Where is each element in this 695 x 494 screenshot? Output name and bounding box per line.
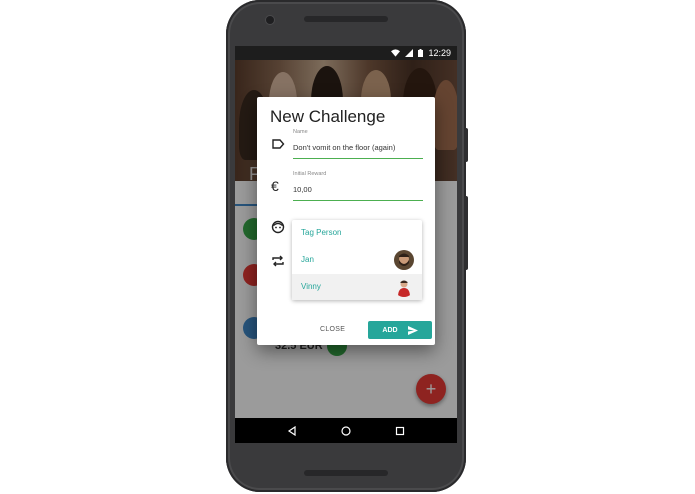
- tag-person-option-vinny[interactable]: Vinny: [292, 274, 422, 300]
- close-button[interactable]: CLOSE: [320, 326, 345, 333]
- tag-person-option-jan[interactable]: Jan: [292, 247, 422, 273]
- new-challenge-dialog: New Challenge Name Don't vomit on the fl…: [257, 97, 435, 345]
- person-name: Vinny: [301, 282, 321, 291]
- signal-icon: [405, 49, 414, 57]
- bottom-speaker: [304, 470, 388, 476]
- send-icon: [407, 325, 418, 335]
- face-icon: [271, 220, 285, 234]
- nav-home-icon[interactable]: [341, 425, 351, 436]
- reward-input-underline: [293, 200, 423, 201]
- status-time: 12:29: [428, 48, 451, 58]
- label-tag-icon: [272, 139, 285, 149]
- euro-icon: €: [271, 178, 279, 194]
- repeat-icon: [272, 255, 284, 267]
- reward-field-label: Initial Reward: [293, 171, 327, 177]
- tag-person-dropdown: Tag Person Jan Vinny: [292, 220, 422, 300]
- tag-person-label: Tag Person: [301, 228, 342, 237]
- nav-recents-icon[interactable]: [395, 426, 405, 436]
- top-speaker: [304, 16, 388, 22]
- add-button[interactable]: ADD: [368, 321, 432, 339]
- android-nav-bar: [235, 418, 457, 443]
- name-input-underline: [293, 158, 423, 159]
- man-red-shirt-avatar: [394, 277, 414, 297]
- power-button: [464, 128, 468, 162]
- front-camera: [266, 16, 274, 24]
- status-bar: 12:29: [235, 46, 457, 60]
- person-name: Jan: [301, 255, 314, 264]
- tag-person-header[interactable]: Tag Person: [292, 220, 422, 246]
- name-input[interactable]: Don't vomit on the floor (again): [293, 143, 395, 152]
- add-button-label: ADD: [382, 326, 398, 334]
- wifi-icon: [391, 49, 401, 57]
- battery-icon: [418, 49, 424, 57]
- volume-button: [464, 196, 468, 270]
- reward-input[interactable]: 10,00: [293, 185, 312, 194]
- dialog-actions: CLOSE ADD: [257, 315, 435, 345]
- name-field-label: Name: [293, 129, 308, 135]
- bearded-man-avatar: [394, 250, 414, 270]
- dialog-title: New Challenge: [270, 107, 386, 126]
- nav-back-icon[interactable]: [287, 425, 297, 436]
